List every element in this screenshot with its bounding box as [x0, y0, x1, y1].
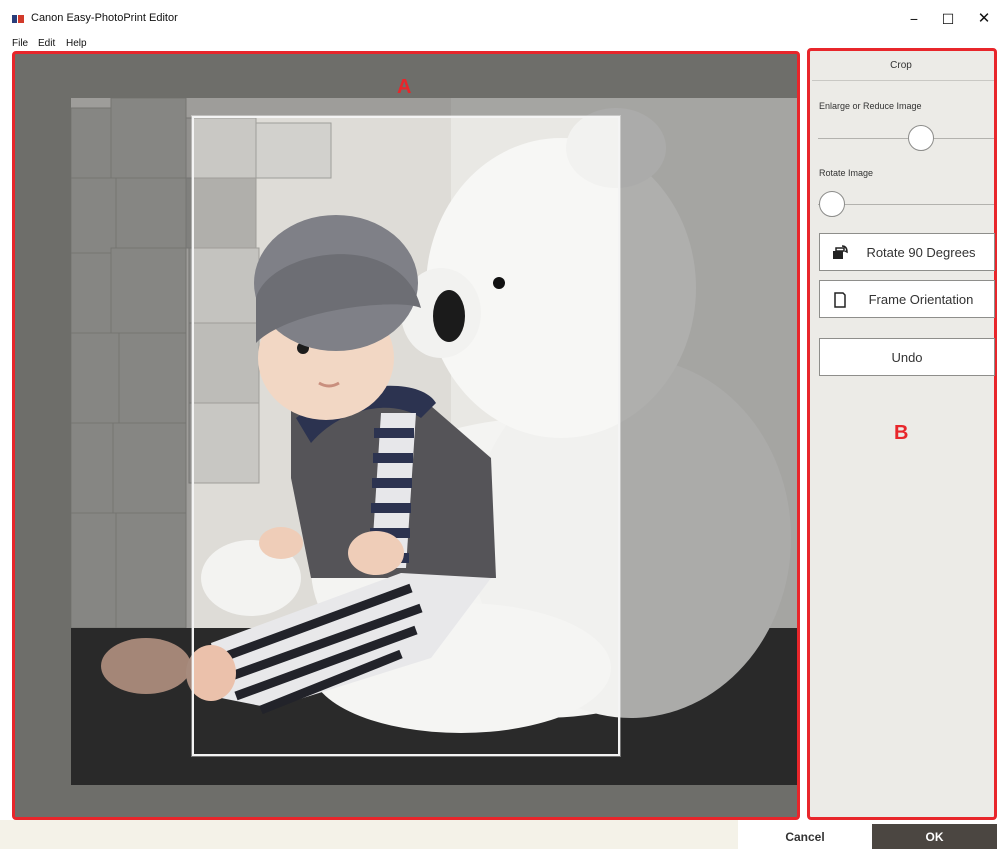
minimize-button[interactable]: −: [900, 8, 928, 30]
frame-orientation-label: Frame Orientation: [868, 292, 974, 307]
menu-file[interactable]: File: [12, 38, 28, 48]
cancel-button[interactable]: Cancel: [738, 824, 872, 849]
undo-label: Undo: [891, 350, 923, 365]
rotate-90-icon: [833, 245, 848, 259]
bottom-strip: [0, 820, 738, 849]
title-bar: Canon Easy-PhotoPrint Editor − ☐ ✕: [0, 0, 997, 36]
maximize-button[interactable]: ☐: [934, 8, 962, 30]
enlarge-slider-label: Enlarge or Reduce Image: [819, 101, 922, 111]
rotate-90-label: Rotate 90 Degrees: [866, 245, 976, 260]
frame-orientation-icon: [834, 292, 846, 308]
menu-bar: File Edit Help: [0, 36, 997, 48]
frame-orientation-button[interactable]: Frame Orientation: [819, 280, 995, 318]
panel-title: Crop: [890, 60, 912, 71]
enlarge-slider-track[interactable]: [818, 138, 994, 139]
area-b-label: B: [894, 422, 909, 444]
close-button[interactable]: ✕: [970, 8, 997, 30]
menu-edit[interactable]: Edit: [38, 38, 55, 48]
enlarge-slider-thumb[interactable]: [908, 125, 934, 151]
rotate-90-button[interactable]: Rotate 90 Degrees: [819, 233, 995, 271]
undo-button[interactable]: Undo: [819, 338, 995, 376]
ok-button[interactable]: OK: [872, 824, 997, 849]
menu-help[interactable]: Help: [66, 38, 87, 48]
app-logo-icon: [12, 15, 24, 23]
panel-divider: [812, 80, 994, 81]
window-title: Canon Easy-PhotoPrint Editor: [31, 12, 178, 24]
crop-frame[interactable]: [192, 116, 620, 756]
rotate-slider-thumb[interactable]: [819, 191, 845, 217]
area-a-label: A: [397, 76, 412, 98]
rotate-slider-label: Rotate Image: [819, 168, 874, 178]
